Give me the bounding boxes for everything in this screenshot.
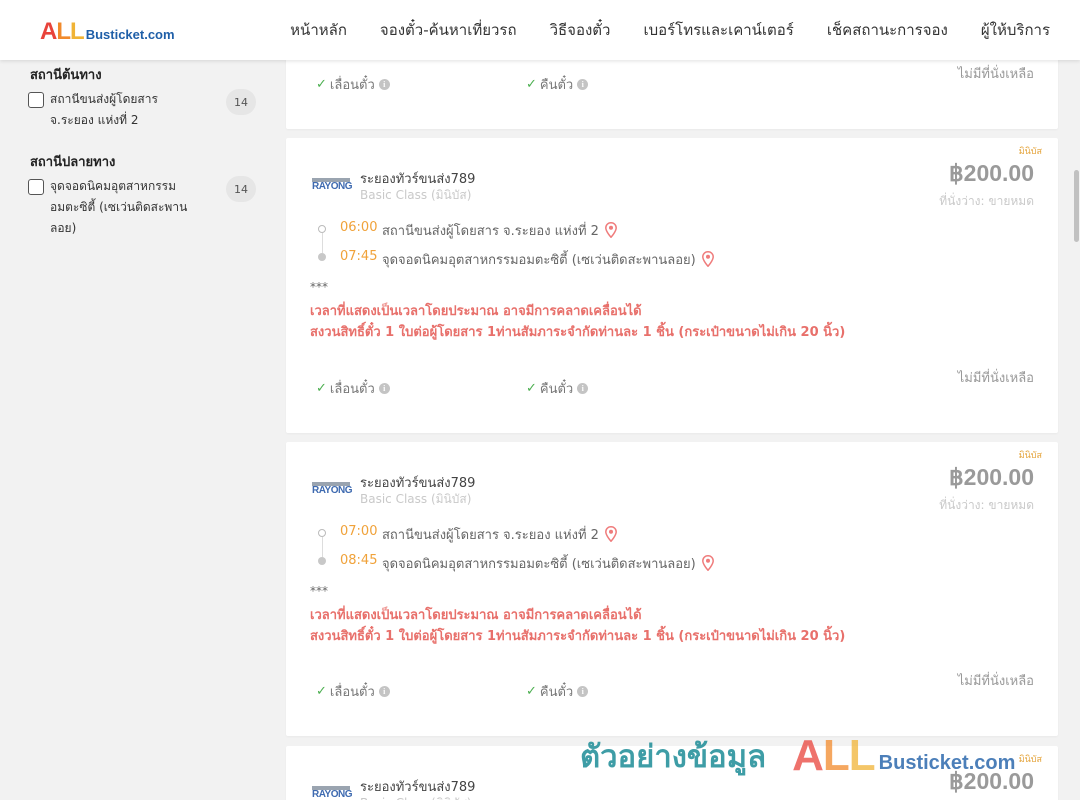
page-scrollbar[interactable] — [1072, 60, 1080, 800]
refund-ticket-feature[interactable]: ✓ คืนตั๋ว i — [526, 681, 589, 702]
map-pin-icon[interactable] — [605, 526, 617, 542]
check-icon: ✓ — [526, 77, 537, 92]
no-seat-label: ไม่มีที่นั่งเหลือ — [957, 674, 1034, 689]
no-seat-label: ไม่มีที่นั่งเหลือ — [957, 371, 1034, 386]
bus-class: Basic Class (มินิบัส) — [360, 794, 471, 800]
destination-dot — [318, 557, 326, 565]
company-logo: RAYONG — [312, 786, 352, 800]
info-icon[interactable]: i — [577, 79, 589, 90]
map-pin-icon[interactable] — [701, 555, 714, 571]
trip-card[interactable]: มินิบัส RAYONG ระยองทัวร์ขนส่ง789 Basic … — [286, 138, 1058, 433]
change-ticket-feature[interactable]: ✓ เลื่อนตั๋ว i — [316, 681, 390, 702]
bus-class: Basic Class (มินิบัส) — [360, 188, 472, 202]
nav-phone-counter[interactable]: เบอร์โทรและเคาน์เตอร์ — [643, 18, 793, 42]
check-icon: ✓ — [316, 684, 327, 699]
price: ฿200.00 — [949, 464, 1034, 490]
check-icon: ✓ — [316, 381, 327, 396]
origin-station: สถานีขนส่งผู้โดยสาร จ.ระยอง แห่งที่ 2 — [382, 220, 617, 241]
company-logo: RAYONG — [312, 178, 352, 194]
bus-type-tag: มินิบัส — [1018, 755, 1042, 765]
origin-filter-title: สถานีต้นทาง — [30, 68, 102, 83]
destination-station: จุดจอดนิคมอุตสาหกรรมอมตะซิตี้ (เซเว่นติด… — [382, 553, 714, 574]
bus-type-tag: มินิบัส — [1018, 451, 1042, 461]
timeline-line — [321, 233, 323, 253]
main-nav: หน้าหลัก จองตั๋ว-ค้นหาเที่ยวรถ วิธีจองตั… — [290, 0, 1050, 60]
origin-checkbox[interactable] — [28, 92, 44, 108]
site-header: ALL Busticket.com หน้าหลัก จองตั๋ว-ค้นหา… — [0, 0, 1080, 60]
notice-baggage: สงวนสิทธิ์ตั๋ว 1 ใบต่อผู้โดยสาร 1ท่านสัม… — [310, 325, 846, 340]
logo-all: ALL — [40, 18, 85, 45]
notice-time-approx: เวลาที่แสดงเป็นเวลาโดยประมาณ อาจมีการคลา… — [310, 608, 642, 623]
info-icon[interactable]: i — [378, 79, 390, 90]
nav-book-search[interactable]: จองตั๋ว-ค้นหาเที่ยวรถ — [380, 18, 517, 42]
notice-baggage: สงวนสิทธิ์ตั๋ว 1 ใบต่อผู้โดยสาร 1ท่านสัม… — [310, 629, 846, 644]
price: ฿200.00 — [949, 768, 1034, 794]
company-logo: RAYONG — [312, 482, 352, 498]
site-logo[interactable]: ALL Busticket.com — [40, 18, 175, 46]
refund-ticket-feature[interactable]: ✓ คืนตั๋ว i — [526, 378, 589, 399]
bus-class: Basic Class (มินิบัส) — [360, 492, 472, 506]
depart-time: 07:00 — [340, 524, 378, 539]
origin-option-label: สถานีขนส่งผู้โดยสาร จ.ระยอง แห่งที่ 2 — [50, 92, 158, 127]
origin-filter-option[interactable]: สถานีขนส่งผู้โดยสาร จ.ระยอง แห่งที่ 2 14 — [28, 89, 256, 132]
destination-checkbox[interactable] — [28, 179, 44, 195]
refund-ticket-feature[interactable]: ✓ คืนตั๋ว i — [526, 74, 589, 95]
logo-text: Busticket.com — [85, 27, 175, 42]
arrive-time: 07:45 — [340, 249, 378, 264]
nav-operators[interactable]: ผู้ให้บริการ — [981, 18, 1050, 42]
notice-time-approx: เวลาที่แสดงเป็นเวลาโดยประมาณ อาจมีการคลา… — [310, 304, 642, 319]
origin-dot — [318, 225, 326, 233]
info-icon[interactable]: i — [577, 686, 589, 697]
destination-option-label: จุดจอดนิคมอุตสาหกรรม อมตะซิตี้ (เซเว่นติ… — [50, 179, 188, 235]
info-icon[interactable]: i — [577, 383, 589, 394]
destination-count-badge: 14 — [226, 176, 256, 202]
check-icon: ✓ — [526, 381, 537, 396]
destination-dot — [318, 253, 326, 261]
change-ticket-feature[interactable]: ✓ เลื่อนตั๋ว i — [316, 74, 390, 95]
note-stars: *** — [310, 280, 328, 294]
info-icon[interactable]: i — [378, 686, 390, 697]
destination-filter-title: สถานีปลายทาง — [30, 155, 116, 170]
trip-card[interactable]: มินิบัส RAYONG ระยองทัวร์ขนส่ง789 Basic … — [286, 442, 1058, 736]
trip-card-partial-bottom[interactable]: มินิบัส RAYONG ระยองทัวร์ขนส่ง789 Basic … — [286, 746, 1058, 800]
map-pin-icon[interactable] — [701, 251, 714, 267]
info-icon[interactable]: i — [378, 383, 390, 394]
origin-station: สถานีขนส่งผู้โดยสาร จ.ระยอง แห่งที่ 2 — [382, 524, 617, 545]
note-stars: *** — [310, 584, 328, 598]
origin-dot — [318, 529, 326, 537]
filter-sidebar: สถานีต้นทาง สถานีขนส่งผู้โดยสาร จ.ระยอง … — [0, 60, 270, 800]
price: ฿200.00 — [949, 160, 1034, 186]
check-icon: ✓ — [316, 77, 327, 92]
timeline-line — [321, 537, 323, 557]
bus-type-tag: มินิบัส — [1018, 147, 1042, 157]
map-pin-icon[interactable] — [605, 222, 617, 238]
origin-count-badge: 14 — [226, 89, 256, 115]
nav-how-to-book[interactable]: วิธีจองตั๋ว — [550, 18, 611, 42]
nav-home[interactable]: หน้าหลัก — [290, 18, 347, 42]
check-icon: ✓ — [526, 684, 537, 699]
seats-available: ที่นั่งว่าง: ขายหมด — [939, 194, 1034, 208]
change-ticket-feature[interactable]: ✓ เลื่อนตั๋ว i — [316, 378, 390, 399]
seats-available: ที่นั่งว่าง: ขายหมด — [939, 498, 1034, 512]
scroll-thumb[interactable] — [1074, 170, 1079, 242]
depart-time: 06:00 — [340, 220, 378, 235]
nav-check-booking[interactable]: เช็คสถานะการจอง — [827, 18, 948, 42]
destination-filter-option[interactable]: จุดจอดนิคมอุตสาหกรรม อมตะซิตี้ (เซเว่นติ… — [28, 176, 256, 239]
arrive-time: 08:45 — [340, 553, 378, 568]
destination-station: จุดจอดนิคมอุตสาหกรรมอมตะซิตี้ (เซเว่นติด… — [382, 249, 714, 270]
no-seat-label: ไม่มีที่นั่งเหลือ — [957, 67, 1034, 82]
